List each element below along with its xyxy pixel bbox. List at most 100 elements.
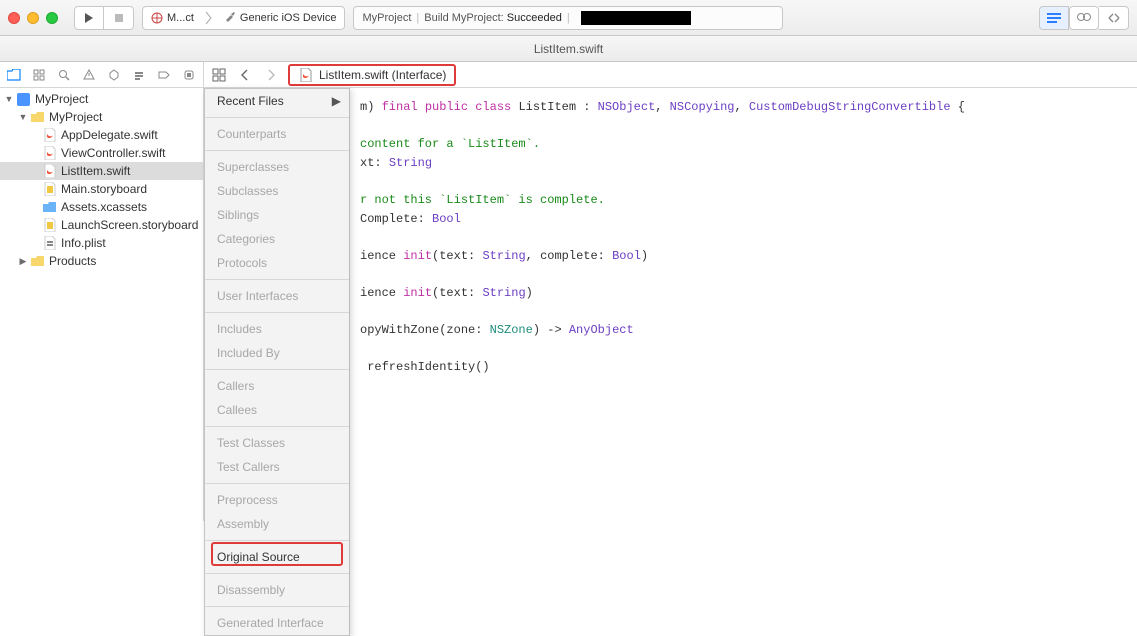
scheme-selector[interactable]: M...ct Generic iOS Device	[142, 6, 345, 30]
swift-file-icon	[42, 146, 57, 160]
close-window-button[interactable]	[8, 12, 20, 24]
code-text: Complete:	[360, 212, 432, 226]
tree-label: LaunchScreen.storyboard	[61, 218, 198, 232]
menu-item: Categories	[205, 227, 349, 251]
tree-group-products[interactable]: ▶ Products	[0, 252, 203, 270]
code-type: String	[389, 156, 432, 170]
tree-file[interactable]: ViewController.swift	[0, 144, 203, 162]
stop-button[interactable]	[104, 6, 134, 30]
menu-item-label: Counterparts	[217, 127, 286, 141]
activity-redacted	[581, 11, 691, 25]
menu-item-label: User Interfaces	[217, 289, 298, 303]
menu-item-label: Categories	[217, 232, 275, 246]
tree-file[interactable]: AppDelegate.swift	[0, 126, 203, 144]
editor: ListItem.swift (Interface) Recent Files …	[204, 62, 1137, 521]
breadcrumb-highlight[interactable]: ListItem.swift (Interface)	[288, 64, 456, 86]
titlebar: M...ct Generic iOS Device MyProject | Bu…	[0, 0, 1137, 36]
tree-root[interactable]: ▼ MyProject	[0, 90, 203, 108]
disclosure-triangle-icon[interactable]: ▼	[4, 94, 14, 104]
menu-item: Generated Interface	[205, 611, 349, 635]
menu-item-label: Original Source	[217, 550, 300, 564]
code-type: CustomDebugStringConvertible	[749, 100, 951, 114]
menu-item: Includes	[205, 317, 349, 341]
disclosure-triangle-icon[interactable]: ▶	[18, 256, 28, 267]
editor-mode-group	[1039, 6, 1129, 30]
code-keyword: init	[403, 249, 432, 263]
code-text: ,	[734, 100, 748, 114]
swift-file-icon	[42, 164, 57, 178]
code-text: ) ->	[533, 323, 569, 337]
menu-separator	[205, 312, 349, 313]
menu-item: Protocols	[205, 251, 349, 275]
project-navigator-tab[interactable]	[6, 67, 21, 83]
breakpoint-navigator-tab[interactable]	[157, 67, 172, 83]
code-text: opyWithZone(zone:	[360, 323, 490, 337]
jump-bar: ListItem.swift (Interface)	[204, 62, 1137, 88]
find-navigator-tab[interactable]	[56, 67, 71, 83]
code-type: String	[482, 249, 525, 263]
project-tree: ▼ MyProject ▼ MyProject AppDelegate.swif…	[0, 88, 203, 521]
tree-label: AppDelegate.swift	[61, 128, 158, 142]
source-control-navigator-tab[interactable]	[31, 67, 46, 83]
code-keyword: final public class	[374, 100, 518, 114]
source-editor[interactable]: m) final public class ListItem : NSObjec…	[350, 88, 1137, 377]
menu-separator	[205, 573, 349, 574]
submenu-arrow-icon: ▶	[332, 94, 341, 108]
breadcrumb-label: ListItem.swift (Interface)	[319, 68, 446, 82]
window-tab-bar: ListItem.swift	[0, 36, 1137, 62]
menu-item-label: Callees	[217, 403, 257, 417]
code-text: {	[951, 100, 965, 114]
assistant-editor-button[interactable]	[1069, 6, 1099, 30]
scheme-target[interactable]: M...ct	[143, 12, 202, 24]
disclosure-triangle-icon[interactable]: ▼	[18, 112, 28, 122]
tree-file[interactable]: Assets.xcassets	[0, 198, 203, 216]
code-type: String	[482, 286, 525, 300]
menu-item: Superclasses	[205, 155, 349, 179]
menu-item-label: Preprocess	[217, 493, 278, 507]
code-text: :	[576, 100, 598, 114]
menu-item: Subclasses	[205, 179, 349, 203]
report-navigator-tab[interactable]	[182, 67, 197, 83]
run-button[interactable]	[74, 6, 104, 30]
version-editor-button[interactable]	[1099, 6, 1129, 30]
menu-item-label: Test Classes	[217, 436, 285, 450]
tree-label: MyProject	[35, 92, 88, 106]
menu-separator	[205, 279, 349, 280]
code-type: Bool	[612, 249, 641, 263]
test-navigator-tab[interactable]	[107, 67, 122, 83]
tree-file[interactable]: Info.plist	[0, 234, 203, 252]
minimize-window-button[interactable]	[27, 12, 39, 24]
zoom-window-button[interactable]	[46, 12, 58, 24]
standard-editor-button[interactable]	[1039, 6, 1069, 30]
menu-item: Test Classes	[205, 431, 349, 455]
xcodeproj-icon	[16, 92, 31, 106]
tree-group[interactable]: ▼ MyProject	[0, 108, 203, 126]
code-type: Bool	[432, 212, 461, 226]
issue-navigator-tab[interactable]	[81, 67, 96, 83]
activity-project: MyProject	[362, 12, 411, 24]
tree-label: Main.storyboard	[61, 182, 147, 196]
code-text: (text:	[432, 249, 482, 263]
tree-file[interactable]: Main.storyboard	[0, 180, 203, 198]
menu-item: Callers	[205, 374, 349, 398]
navigator: ▼ MyProject ▼ MyProject AppDelegate.swif…	[0, 62, 204, 521]
code-text: ience	[360, 249, 403, 263]
scheme-target-label: M...ct	[167, 12, 194, 24]
tree-file[interactable]: ListItem.swift	[0, 162, 203, 180]
menu-item-label: Protocols	[217, 256, 267, 270]
go-forward-button[interactable]	[262, 66, 280, 84]
related-items-button[interactable]	[210, 66, 228, 84]
menu-item[interactable]: Original Source	[205, 545, 349, 569]
menu-recent-files[interactable]: Recent Files ▶	[205, 89, 349, 113]
swift-file-icon	[298, 68, 313, 82]
tree-label: Products	[49, 254, 96, 268]
storyboard-file-icon	[42, 218, 57, 232]
code-comment: content for a `ListItem`.	[360, 137, 540, 151]
code-text: )	[641, 249, 648, 263]
tree-file[interactable]: LaunchScreen.storyboard	[0, 216, 203, 234]
go-back-button[interactable]	[236, 66, 254, 84]
debug-navigator-tab[interactable]	[132, 67, 147, 83]
scheme-destination[interactable]: Generic iOS Device	[216, 12, 345, 24]
code-text: ListItem	[518, 100, 576, 114]
swift-file-icon	[42, 128, 57, 142]
